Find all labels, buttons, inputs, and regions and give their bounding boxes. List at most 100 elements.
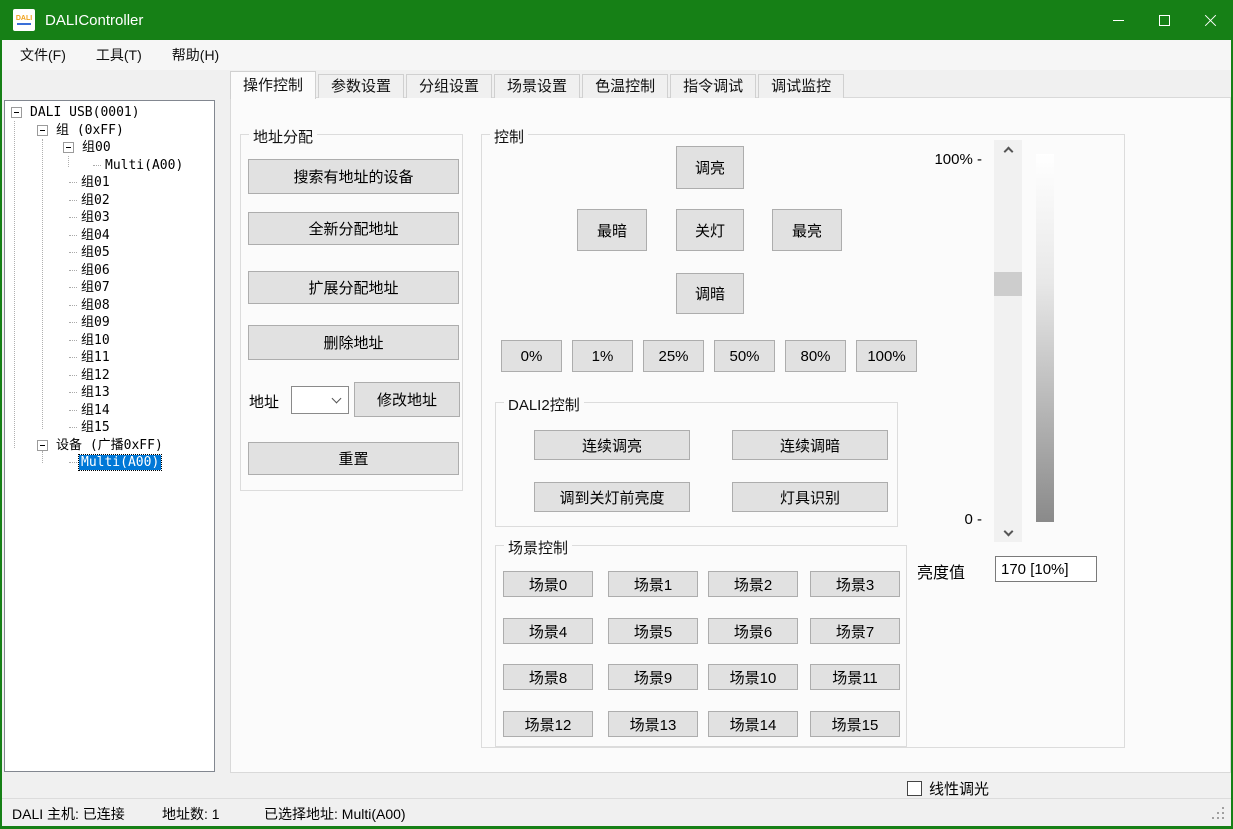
scene-6-button[interactable]: 场景6 [708, 618, 798, 644]
window-title: DALIController [45, 12, 143, 29]
collapse-icon[interactable] [37, 125, 48, 136]
assign-new-addresses-button[interactable]: 全新分配地址 [248, 212, 459, 245]
scene-9-button[interactable]: 场景9 [608, 664, 698, 690]
tree-item-group13[interactable]: 组13 [5, 384, 214, 402]
app-window: DALI DALIController 文件(F) 工具(T) 帮助(H) DA… [0, 0, 1233, 829]
status-address-count: 地址数: 1 [162, 804, 220, 824]
scene-1-button[interactable]: 场景1 [608, 571, 698, 597]
tab-debug-monitor[interactable]: 调试监控 [758, 74, 844, 98]
percent-100-button[interactable]: 100% [856, 340, 917, 372]
scene-control-group: 场景控制 场景0 场景1 场景2 场景3 场景4 场景5 场景6 场景7 场景8… [495, 545, 907, 747]
percent-80-button[interactable]: 80% [785, 340, 846, 372]
extend-assign-addresses-button[interactable]: 扩展分配地址 [248, 271, 459, 304]
tab-operation-control[interactable]: 操作控制 [230, 71, 316, 99]
menu-help[interactable]: 帮助(H) [170, 43, 221, 67]
collapse-icon[interactable] [37, 440, 48, 451]
scene-14-button[interactable]: 场景14 [708, 711, 798, 737]
tree-item-group00[interactable]: 组00 [5, 139, 214, 157]
menu-bar: 文件(F) 工具(T) 帮助(H) [2, 40, 1231, 70]
continuous-darken-button[interactable]: 连续调暗 [732, 430, 888, 460]
search-addressed-devices-button[interactable]: 搜索有地址的设备 [248, 159, 459, 194]
brightness-gradient-bar [1036, 154, 1054, 522]
tree-item-root[interactable]: DALI USB(0001) [5, 104, 214, 122]
scene-2-button[interactable]: 场景2 [708, 571, 798, 597]
scene-11-button[interactable]: 场景11 [810, 664, 900, 690]
brighten-button[interactable]: 调亮 [676, 146, 744, 189]
tree-item-group01[interactable]: 组01 [5, 174, 214, 192]
scene-10-button[interactable]: 场景10 [708, 664, 798, 690]
tab-color-temp-control[interactable]: 色温控制 [582, 74, 668, 98]
recall-last-level-button[interactable]: 调到关灯前亮度 [534, 482, 690, 512]
percent-1-button[interactable]: 1% [572, 340, 633, 372]
tab-parameter-settings[interactable]: 参数设置 [318, 74, 404, 98]
status-bar: DALI 主机: 已连接 地址数: 1 已选择地址: Multi(A00) [2, 798, 1231, 826]
collapse-icon[interactable] [63, 142, 74, 153]
minimize-button[interactable] [1095, 0, 1141, 40]
menu-tools[interactable]: 工具(T) [94, 43, 144, 67]
scene-13-button[interactable]: 场景13 [608, 711, 698, 737]
scene-7-button[interactable]: 场景7 [810, 618, 900, 644]
tree-item-group03[interactable]: 组03 [5, 209, 214, 227]
delete-address-button[interactable]: 删除地址 [248, 325, 459, 360]
scroll-up-button[interactable] [994, 140, 1022, 158]
scene-3-button[interactable]: 场景3 [810, 571, 900, 597]
scroll-down-button[interactable] [994, 524, 1022, 542]
tree-item-group08[interactable]: 组08 [5, 297, 214, 315]
linear-dimming-checkbox[interactable] [907, 781, 922, 796]
scene-12-button[interactable]: 场景12 [503, 711, 593, 737]
status-selected-address: 已选择地址: Multi(A00) [264, 804, 406, 824]
tree-item-group15[interactable]: 组15 [5, 419, 214, 437]
collapse-icon[interactable] [11, 107, 22, 118]
tree-item-multi-a00-selected[interactable]: Multi(A00) [5, 454, 214, 472]
lamp-identify-button[interactable]: 灯具识别 [732, 482, 888, 512]
tab-command-debug[interactable]: 指令调试 [670, 74, 756, 98]
tree-item-devices-broadcast[interactable]: 设备 (广播0xFF) [5, 437, 214, 455]
continuous-brighten-button[interactable]: 连续调亮 [534, 430, 690, 460]
brightest-button[interactable]: 最亮 [772, 209, 842, 251]
dali2-control-group: DALI2控制 连续调亮 连续调暗 调到关灯前亮度 灯具识别 [495, 402, 898, 527]
scene-15-button[interactable]: 场景15 [810, 711, 900, 737]
maximize-button[interactable] [1141, 0, 1187, 40]
linear-dimming-label: 线性调光 [929, 778, 989, 799]
close-button[interactable] [1187, 0, 1233, 40]
darken-button[interactable]: 调暗 [676, 273, 744, 314]
tree-item-group11[interactable]: 组11 [5, 349, 214, 367]
operation-control-page: 地址分配 搜索有地址的设备 全新分配地址 扩展分配地址 删除地址 地址 修改地址… [230, 97, 1231, 773]
percent-0-button[interactable]: 0% [501, 340, 562, 372]
tree-item-multi-a00[interactable]: Multi(A00) [5, 157, 214, 175]
reset-button[interactable]: 重置 [248, 442, 459, 475]
resize-grip[interactable] [1222, 817, 1224, 819]
chevron-up-icon [1003, 146, 1013, 156]
address-combobox[interactable] [291, 386, 349, 414]
lamp-off-button[interactable]: 关灯 [676, 209, 744, 251]
tab-grouping-settings[interactable]: 分组设置 [406, 74, 492, 98]
tree-item-group05[interactable]: 组05 [5, 244, 214, 262]
tree-item-group10[interactable]: 组10 [5, 332, 214, 350]
dimmest-button[interactable]: 最暗 [577, 209, 647, 251]
scene-4-button[interactable]: 场景4 [503, 618, 593, 644]
modify-address-button[interactable]: 修改地址 [354, 382, 460, 417]
slider-min-label: 0 - [872, 511, 982, 528]
tree-item-group02[interactable]: 组02 [5, 192, 214, 210]
tree-item-group-broadcast[interactable]: 组 (0xFF) [5, 122, 214, 140]
tree-item-group12[interactable]: 组12 [5, 367, 214, 385]
tree-item-group07[interactable]: 组07 [5, 279, 214, 297]
scene-5-button[interactable]: 场景5 [608, 618, 698, 644]
app-icon: DALI [13, 9, 35, 31]
scrollbar-thumb[interactable] [994, 272, 1022, 296]
brightness-scrollbar[interactable] [994, 140, 1022, 542]
tree-item-group06[interactable]: 组06 [5, 262, 214, 280]
percent-50-button[interactable]: 50% [714, 340, 775, 372]
tree-item-group04[interactable]: 组04 [5, 227, 214, 245]
tree-item-group14[interactable]: 组14 [5, 402, 214, 420]
tab-scene-settings[interactable]: 场景设置 [494, 74, 580, 98]
brightness-value-box[interactable]: 170 [10%] [995, 556, 1097, 582]
percent-25-button[interactable]: 25% [643, 340, 704, 372]
scene-8-button[interactable]: 场景8 [503, 664, 593, 690]
control-group: 控制 调亮 最暗 关灯 最亮 调暗 0% 1% 25% 50% 80% 100%… [481, 134, 1125, 748]
maximize-icon [1159, 15, 1170, 26]
menu-file[interactable]: 文件(F) [18, 43, 68, 67]
scene-0-button[interactable]: 场景0 [503, 571, 593, 597]
tab-strip: 操作控制 参数设置 分组设置 场景设置 色温控制 指令调试 调试监控 [230, 72, 846, 98]
tree-item-group09[interactable]: 组09 [5, 314, 214, 332]
